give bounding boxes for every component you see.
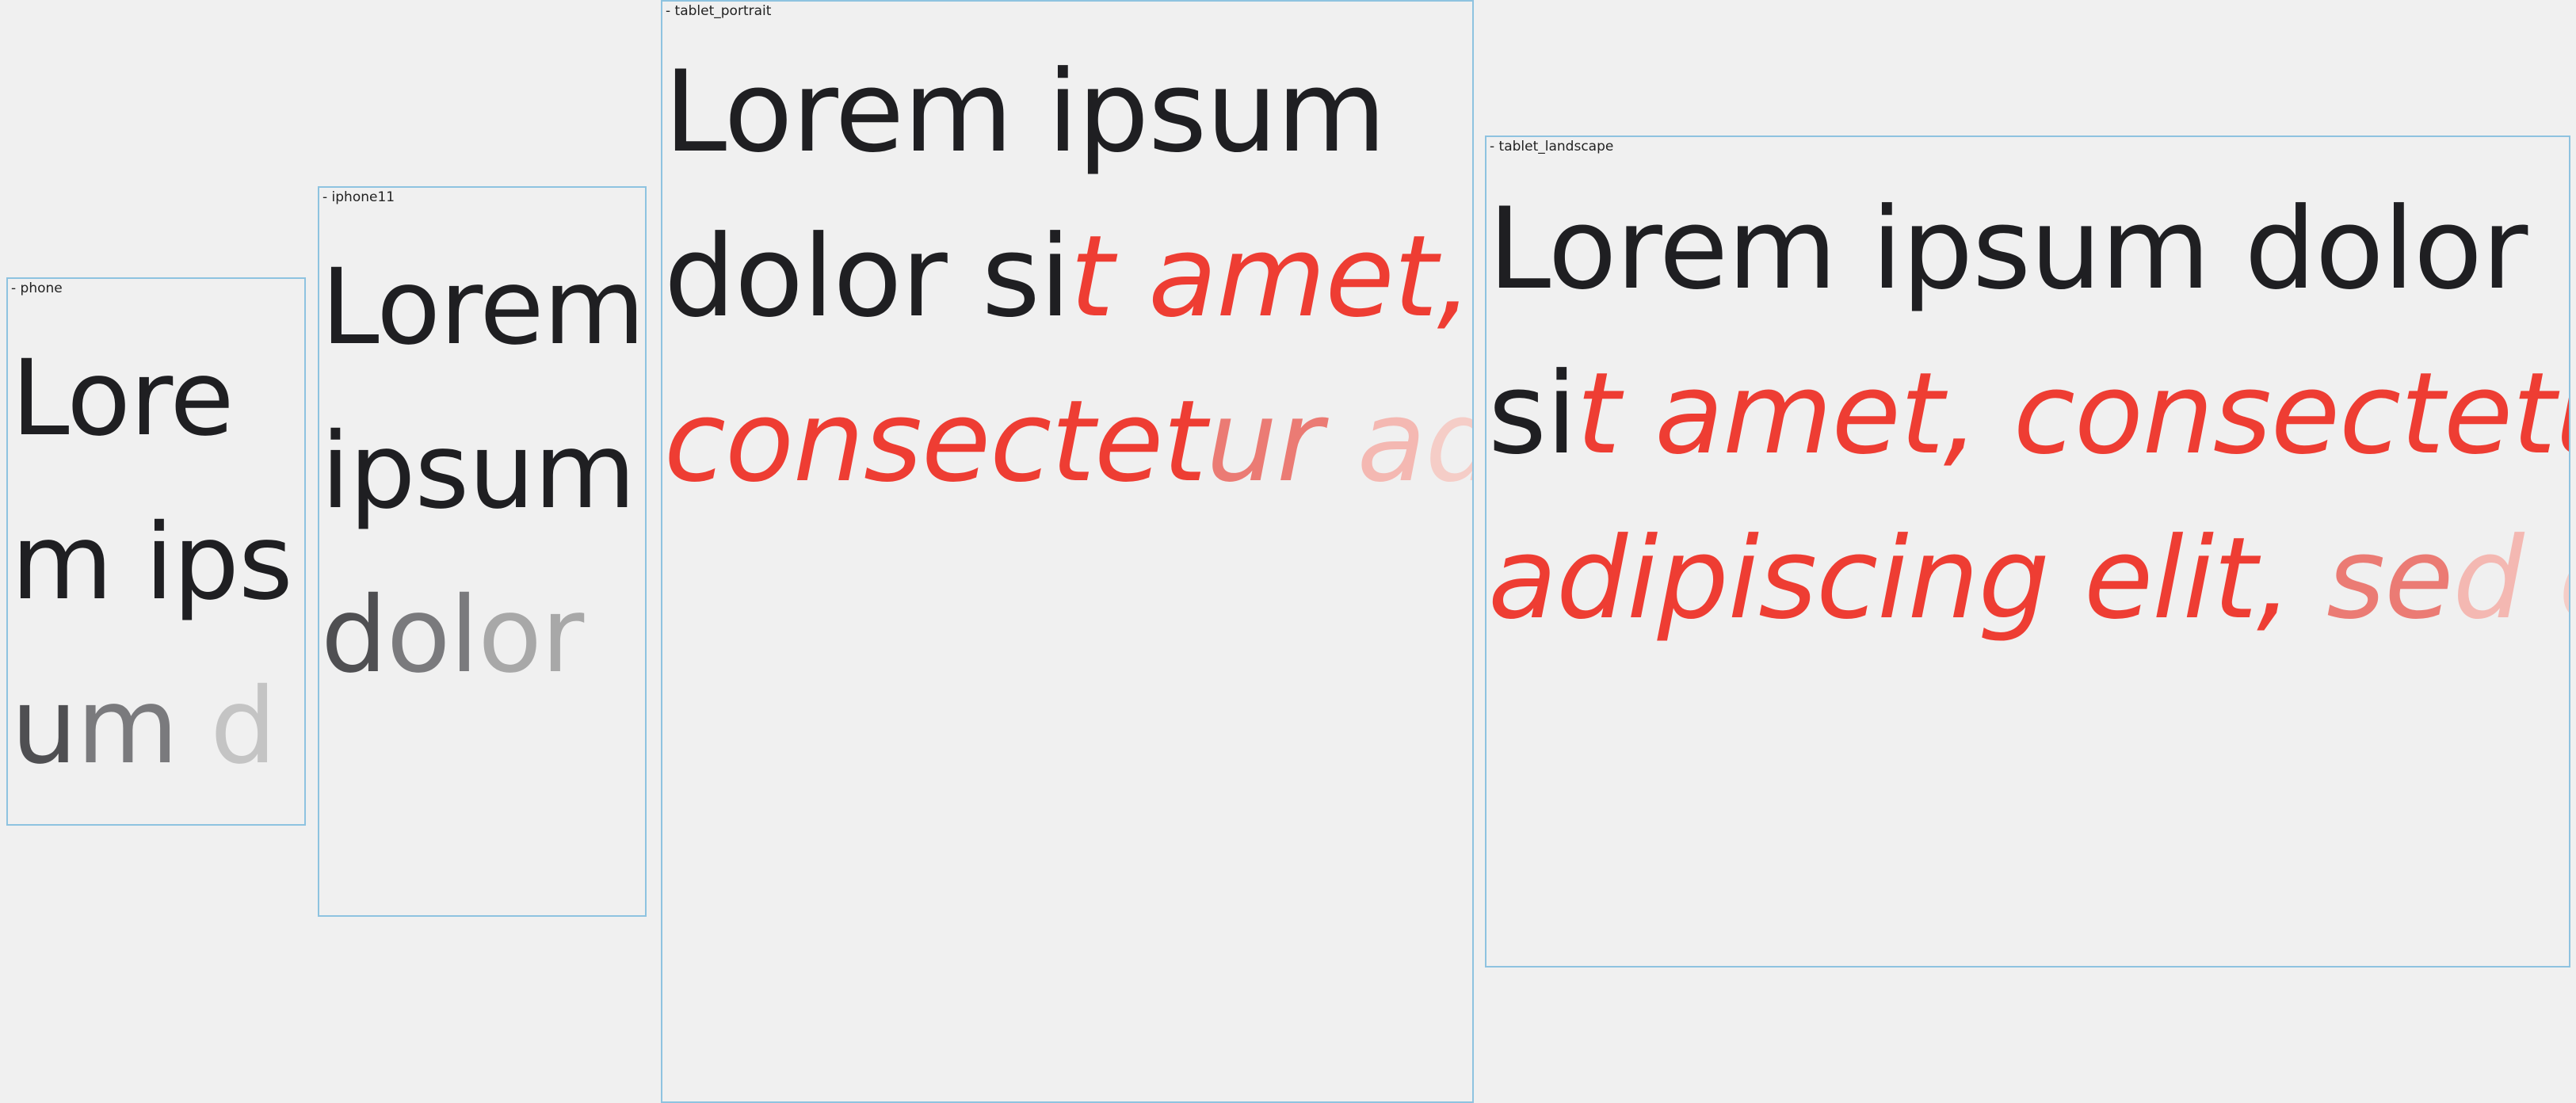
preview-frame-phone: - phone Lore m ips um d [6,277,306,826]
sample-text-tablet-landscape: Lorem ipsum dolor sit amet, consectetur … [1488,167,2570,662]
text-line: Lorem ipsum [664,47,1386,177]
text-line: Lore [11,338,235,460]
text-line: sit amet, consectetur [1488,349,2570,479]
text-line: adipiscing elit, sed d [1488,513,2569,644]
frame-label-phone: - phone [11,281,63,296]
text-line: consectetur ad [664,376,1472,507]
text-line: Lorem ipsum dolor [1488,184,2528,315]
text-line: dolor [321,574,584,697]
sample-text-iphone11: Lorem ipsum dolor [321,226,645,718]
preview-frame-iphone11: - iphone11 Lorem ipsum dolor [318,186,647,917]
preview-frame-tablet-portrait: - tablet_portrait Lorem ipsum dolor sit … [661,0,1474,1103]
text-line: um d [11,666,277,788]
text-line: Lorem [321,246,645,368]
frame-label-iphone11: - iphone11 [322,189,395,205]
text-line: m ips [11,502,293,624]
frame-label-tablet-portrait: - tablet_portrait [666,3,772,19]
frame-label-tablet-landscape: - tablet_landscape [1490,139,1614,155]
sample-text-tablet-portrait: Lorem ipsum dolor sit amet, consectetur … [664,30,1472,525]
sample-text-phone: Lore m ips um d [11,317,293,809]
text-line: dolor sit amet, [664,212,1472,342]
text-line: ipsum [321,410,635,532]
preview-frame-tablet-landscape: - tablet_landscape Lorem ipsum dolor sit… [1485,135,2570,968]
